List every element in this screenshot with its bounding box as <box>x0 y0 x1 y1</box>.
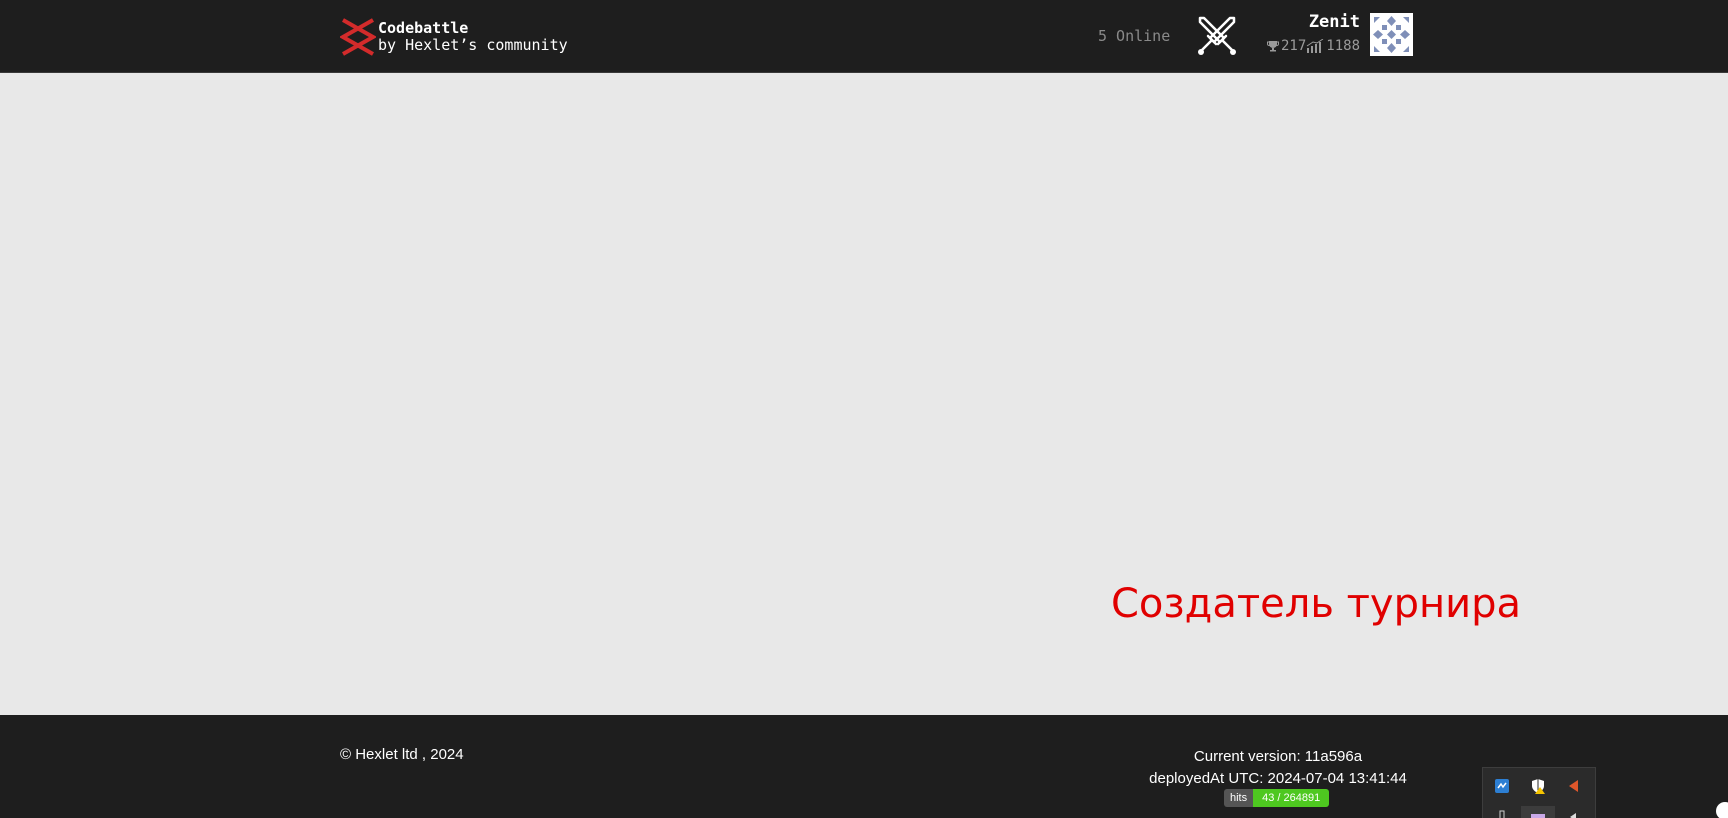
version-info: Current version: 11a596a deployedAt UTC:… <box>1110 746 1446 790</box>
deployed-at: deployedAt UTC: 2024-07-04 13:41:44 <box>1149 770 1407 787</box>
hits-value: 43 / 264891 <box>1253 789 1330 807</box>
top-navbar: Codebattle by Hexlet’s community 5 Onlin… <box>0 0 1728 73</box>
speaker-icon[interactable] <box>1563 775 1585 797</box>
tournament-creator-caption: Создатель турнира <box>1111 581 1522 627</box>
user-rank: 217 <box>1280 38 1307 54</box>
user-name: Zenit <box>1308 12 1360 32</box>
logo-subtitle: by Hexlet’s community <box>378 36 568 54</box>
page: Codebattle by Hexlet’s community 5 Onlin… <box>0 0 1728 818</box>
identicon-avatar[interactable] <box>1370 13 1413 56</box>
app-icon[interactable] <box>1527 806 1549 818</box>
network-icon[interactable] <box>1491 775 1513 797</box>
system-tray-popup <box>1482 767 1596 818</box>
main-content: Создатель турнира <box>0 73 1728 715</box>
logo-title: Codebattle <box>378 19 469 37</box>
user-rating: 1188 <box>1326 38 1360 54</box>
user-info[interactable]: Zenit 217 1188 <box>1256 12 1360 58</box>
crossed-swords-icon <box>1198 16 1236 55</box>
avatar-image <box>1373 16 1410 53</box>
online-counter[interactable]: 5 Online <box>1098 27 1170 45</box>
chart-icon <box>1307 39 1324 53</box>
security-warning-icon[interactable] <box>1527 775 1549 797</box>
hits-label: hits <box>1224 789 1254 807</box>
trophy-icon <box>1266 41 1279 52</box>
create-game-button[interactable] <box>1194 14 1240 58</box>
codebattle-logo-icon <box>340 18 376 56</box>
usb-icon[interactable] <box>1491 806 1513 818</box>
hits-badge[interactable]: hits 43 / 264891 <box>1224 789 1330 807</box>
current-version: Current version: 11a596a <box>1193 748 1363 765</box>
notification-bubble[interactable] <box>1716 802 1728 818</box>
volume-icon[interactable] <box>1563 806 1585 818</box>
footer: © Hexlet ltd , 2024 Current version: 11a… <box>0 715 1728 818</box>
logo-text: Codebattle by Hexlet’s community <box>378 20 568 54</box>
copyright-text: © Hexlet ltd , 2024 <box>340 746 464 763</box>
user-stats: 217 1188 <box>1266 38 1360 54</box>
logo-link[interactable]: Codebattle by Hexlet’s community <box>340 18 568 56</box>
